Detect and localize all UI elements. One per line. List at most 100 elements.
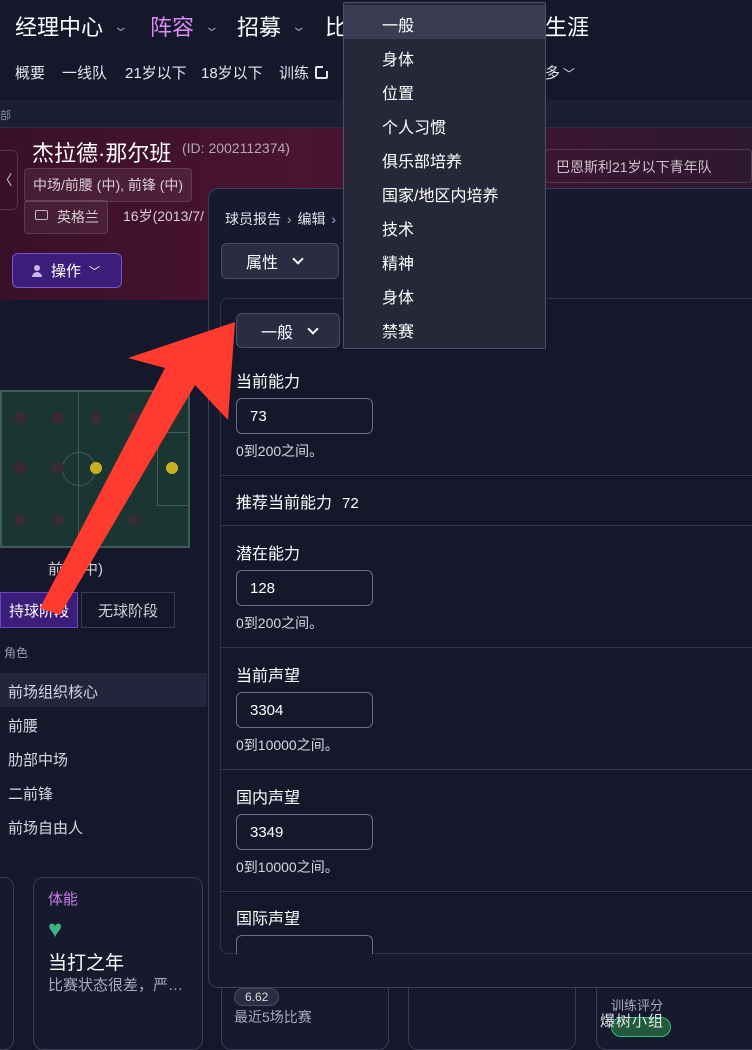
- subnav-u18[interactable]: 18岁以下: [201, 62, 263, 83]
- pitch-position-dot: [128, 514, 140, 526]
- pitch-position-dot: [128, 412, 140, 424]
- dropdown-option[interactable]: 技术: [344, 209, 545, 243]
- nav-label: 生涯: [545, 15, 590, 40]
- divider: [221, 647, 752, 648]
- roles-header: 角色: [4, 646, 29, 660]
- subnav-training-label: 训练: [279, 65, 310, 82]
- action-button[interactable]: 操作 ﹀: [12, 253, 122, 288]
- chevron-down-icon: [307, 322, 319, 335]
- subnav-training[interactable]: 训练: [279, 62, 330, 83]
- home-reputation-label: 国内声望: [236, 790, 301, 807]
- current-ability-input[interactable]: 73: [236, 398, 373, 434]
- recommended-ability: 推荐当前能力 72: [236, 489, 359, 513]
- player-name: 杰拉德·那尔班: [32, 141, 172, 166]
- general-select[interactable]: 一般: [236, 313, 340, 348]
- pitch-position-dot: [90, 412, 102, 424]
- role-item[interactable]: 二前锋: [0, 775, 207, 809]
- pitch-position-dot: [14, 514, 26, 526]
- nav-recruitment[interactable]: 招募 ⌄: [237, 10, 308, 42]
- nav-label: 招募: [237, 15, 282, 40]
- current-reputation-hint: 0到10000之间。: [236, 737, 339, 753]
- home-reputation-hint: 0到10000之间。: [236, 859, 339, 875]
- dropdown-option[interactable]: 禁赛: [344, 311, 545, 345]
- chevron-right-icon: ›: [331, 211, 337, 227]
- recommended-ability-value: 72: [342, 495, 359, 512]
- pitch-position-dot: [128, 462, 140, 474]
- current-reputation-input[interactable]: 3304: [236, 692, 373, 728]
- dropdown-option[interactable]: 俱乐部培养: [344, 141, 545, 175]
- pitch-position-dot: [52, 514, 64, 526]
- role-item[interactable]: 前场自由人: [0, 809, 207, 843]
- pitch-position-dot: [14, 412, 26, 424]
- rating-label: 最近5场比赛: [234, 1009, 312, 1025]
- pitch-position-dot: [14, 462, 26, 474]
- fitness-title: 体能: [48, 891, 79, 908]
- dropdown-option[interactable]: 身体: [344, 277, 545, 311]
- tab-out-of-possession[interactable]: 无球阶段: [81, 592, 175, 628]
- fitness-value: 当打之年: [48, 953, 125, 974]
- general-select-label: 一般: [261, 324, 294, 342]
- position-pitch: [0, 390, 190, 548]
- chevron-down-icon: ﹀: [89, 265, 101, 278]
- dropdown-option[interactable]: 位置: [344, 73, 545, 107]
- tab-in-possession[interactable]: 持球阶段: [0, 592, 78, 628]
- chevron-down-icon: ﹀: [563, 67, 576, 81]
- player-id: (ID: 2002112374): [182, 140, 290, 156]
- breadcrumb: 球员报告 › 编辑 ›: [225, 209, 336, 229]
- collapse-left-icon[interactable]: 〈: [0, 150, 18, 210]
- dropdown-option[interactable]: 一般: [344, 5, 545, 39]
- subnav-more-label: 多: [545, 65, 561, 82]
- chevron-down-icon: ⌄: [112, 17, 130, 34]
- heart-icon: ♥: [48, 916, 63, 943]
- pitch-position-dot-active: [90, 462, 102, 474]
- player-nation: 英格兰: [24, 200, 108, 234]
- nav-manager-center[interactable]: 经理中心 ⌄: [15, 10, 130, 42]
- recommended-ability-label: 推荐当前能力: [236, 495, 333, 512]
- fitness-card: 体能 ♥ 当打之年 比赛状态很差，严…: [33, 877, 203, 1050]
- subnav-u21[interactable]: 21岁以下: [125, 62, 187, 83]
- crumb-strip-text: 部: [0, 110, 11, 122]
- current-ability-label: 当前能力: [236, 374, 301, 391]
- potential-ability-label: 潜在能力: [236, 546, 301, 563]
- subnav-first-team[interactable]: 一线队: [62, 62, 107, 83]
- nav-career[interactable]: 生涯: [545, 10, 589, 42]
- nav-label: 经理中心: [15, 15, 104, 40]
- home-reputation-input[interactable]: 3349: [236, 814, 373, 850]
- category-dropdown-menu: 一般 身体 位置 个人习惯 俱乐部培养 国家/地区内培养 技术 精神 身体 禁赛: [343, 2, 546, 349]
- breadcrumb-edit[interactable]: 编辑: [297, 211, 325, 227]
- chevron-right-icon: ›: [286, 211, 292, 227]
- action-label: 操作: [51, 263, 82, 280]
- divider: [221, 769, 752, 770]
- breadcrumb-report[interactable]: 球员报告: [225, 211, 281, 227]
- dropdown-option[interactable]: 精神: [344, 243, 545, 277]
- world-reputation-label: 国际声望: [236, 911, 301, 928]
- stat-card: [0, 877, 14, 1050]
- potential-ability-hint: 0到200之间。: [236, 615, 324, 631]
- potential-ability-input[interactable]: 128: [236, 570, 373, 606]
- role-item[interactable]: 前腰: [0, 707, 207, 741]
- role-item[interactable]: 肋部中场: [0, 741, 207, 775]
- dropdown-option[interactable]: 个人习惯: [344, 107, 545, 141]
- subnav-overview[interactable]: 概要: [15, 62, 45, 83]
- current-ability-hint: 0到200之间。: [236, 443, 324, 459]
- chevron-down-icon: [292, 253, 304, 265]
- chevron-down-icon: ⌄: [290, 17, 308, 34]
- divider: [221, 891, 752, 892]
- attribute-category-select[interactable]: 属性: [221, 243, 339, 279]
- attribute-select-label: 属性: [246, 255, 279, 272]
- nav-squad[interactable]: 阵容 ⌄: [150, 10, 220, 42]
- pitch-position-dot: [90, 514, 102, 526]
- watermark: 爆树小组: [600, 1013, 665, 1030]
- role-item[interactable]: 前场组织核心: [0, 673, 207, 707]
- divider: [221, 525, 752, 526]
- subnav-more[interactable]: 多 ﹀: [545, 62, 575, 83]
- external-link-icon: [315, 65, 330, 79]
- divider: [221, 475, 752, 476]
- position-label: 前腰(中): [48, 561, 103, 578]
- dropdown-option[interactable]: 国家/地区内培养: [344, 175, 545, 209]
- world-reputation-input[interactable]: [236, 935, 373, 954]
- user-icon: [31, 264, 43, 277]
- dropdown-option[interactable]: 身体: [344, 39, 545, 73]
- pitch-position-dot: [52, 412, 64, 424]
- pitch-position-dot: [52, 462, 64, 474]
